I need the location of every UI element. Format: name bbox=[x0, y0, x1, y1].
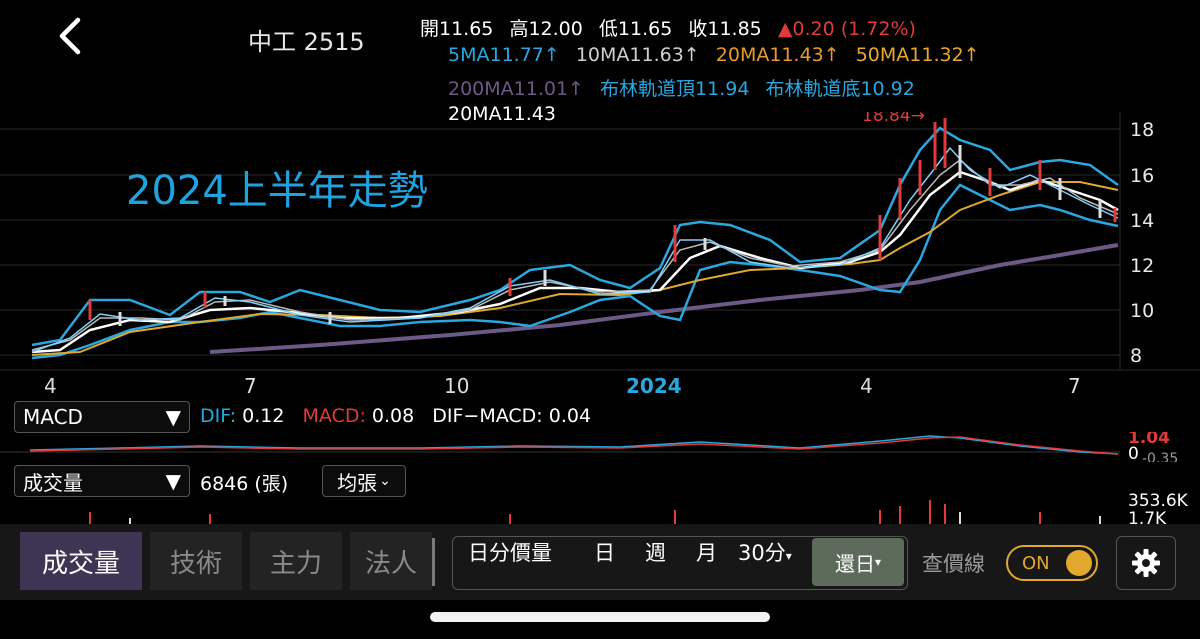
ma5-label: 5MA11.77↑ bbox=[448, 44, 560, 66]
restore-day-button[interactable]: 還日 ▾ bbox=[812, 538, 904, 586]
bottom-toolbar: 成交量 技術 主力 法人 日分價量 日 週 月 30分▾ 還日 ▾ 查價線 ON bbox=[0, 524, 1200, 600]
chevron-left-icon bbox=[59, 17, 81, 55]
ohlc-row: 開11.65 高12.00 低11.65 收11.85 ▲0.20 (1.72%… bbox=[420, 14, 926, 41]
period-month[interactable]: 月 bbox=[696, 537, 717, 567]
macd-axis-zero: 0 bbox=[1128, 444, 1139, 462]
x-tick-jul2: 7 bbox=[1068, 374, 1081, 398]
chevron-down-icon: ⌄ bbox=[379, 473, 391, 489]
y-tick-8: 8 bbox=[1130, 345, 1142, 367]
price-line-label: 查價線 bbox=[922, 552, 985, 576]
period-30min-label: 30分 bbox=[738, 541, 786, 565]
macd-values: DIF: 0.12 MACD: 0.08 DIF−MACD: 0.04 bbox=[200, 405, 591, 427]
ma20-label: 20MA11.43↑ bbox=[715, 44, 840, 66]
period-week[interactable]: 週 bbox=[645, 537, 666, 567]
ma50-label: 50MA11.32↑ bbox=[855, 44, 980, 66]
x-tick-jul: 7 bbox=[244, 374, 257, 398]
back-button[interactable] bbox=[52, 14, 92, 58]
triangle-down-icon: ▼ bbox=[165, 405, 181, 429]
max-price-label: 18.84→ bbox=[862, 112, 925, 126]
bollinger-top-label: 布林軌道頂11.94 bbox=[600, 78, 750, 100]
macd-axis-neg: -0.35 bbox=[1142, 451, 1178, 462]
bollinger-bottom-label: 布林軌道底10.92 bbox=[765, 78, 915, 100]
dif-label: DIF: bbox=[200, 405, 237, 427]
macd-label: MACD: bbox=[302, 405, 366, 427]
macd-value: 0.08 bbox=[371, 405, 415, 427]
macd-chart: 1.04 0 -0.35 bbox=[0, 432, 1178, 462]
restore-day-label: 還日 bbox=[834, 551, 875, 576]
gear-icon bbox=[1132, 549, 1160, 577]
home-indicator[interactable] bbox=[430, 612, 770, 622]
indicator-selector[interactable]: MACD ▼ bbox=[14, 401, 190, 433]
triangle-down-icon: ▾ bbox=[874, 555, 882, 569]
period-30min[interactable]: 30分▾ bbox=[738, 537, 792, 567]
price-line-toggle[interactable]: ON bbox=[1006, 545, 1098, 581]
tab-volume[interactable]: 成交量 bbox=[20, 532, 142, 590]
low-price: 低11.65 bbox=[598, 18, 673, 40]
y-tick-10: 10 bbox=[1130, 300, 1154, 322]
close-price: 收11.85 bbox=[688, 18, 762, 40]
volume-axis-bottom: 1.7K bbox=[1128, 509, 1167, 524]
stock-title: 中工 2515 bbox=[248, 28, 365, 56]
bollinger-row: 200MA11.01↑ 布林軌道頂11.94 布林軌道底10.92 bbox=[448, 74, 925, 101]
y-tick-14: 14 bbox=[1130, 210, 1154, 232]
high-price: 高12.00 bbox=[509, 18, 583, 40]
tab-institutional[interactable]: 法人 bbox=[350, 532, 432, 590]
ma10-label: 10MA11.63↑ bbox=[575, 44, 700, 66]
period-intraday-volume[interactable]: 日分價量 bbox=[468, 537, 552, 567]
ma-row: 5MA11.77↑ 10MA11.63↑ 20MA11.43↑ 50MA11.3… bbox=[448, 44, 990, 66]
triangle-down-icon: ▾ bbox=[785, 549, 792, 563]
y-tick-16: 16 bbox=[1130, 165, 1154, 187]
x-tick-oct: 10 bbox=[444, 374, 469, 398]
tab-main-force[interactable]: 主力 bbox=[250, 532, 342, 590]
volume-axis-top: 353.6K bbox=[1128, 491, 1189, 511]
volume-chart: 353.6K 1.7K bbox=[89, 491, 1189, 524]
x-tick-apr: 4 bbox=[44, 374, 57, 398]
indicator-selector-label: MACD bbox=[23, 405, 83, 429]
price-change: ▲0.20 (1.72%) bbox=[777, 18, 916, 40]
divider bbox=[432, 538, 435, 586]
dif-value: 0.12 bbox=[242, 405, 285, 427]
overlay-title: 2024上半年走勢 bbox=[126, 168, 428, 214]
toggle-on-label: ON bbox=[1022, 553, 1050, 574]
settings-button[interactable] bbox=[1116, 536, 1176, 590]
period-day[interactable]: 日 bbox=[594, 537, 615, 567]
x-tick-2024: 2024 bbox=[626, 374, 682, 398]
tab-technical[interactable]: 技術 bbox=[150, 532, 242, 590]
toggle-knob bbox=[1066, 550, 1092, 576]
price-chart[interactable]: 18 16 14 12 10 8 4 7 10 2024 4 7 18.84→ bbox=[0, 112, 1200, 402]
x-tick-apr2: 4 bbox=[860, 374, 873, 398]
open-price: 開11.65 bbox=[420, 18, 494, 40]
dif-macd-value: DIF−MACD: 0.04 bbox=[432, 405, 592, 427]
y-tick-12: 12 bbox=[1130, 255, 1154, 277]
ma200-label: 200MA11.01↑ bbox=[448, 78, 584, 100]
y-tick-18: 18 bbox=[1130, 119, 1154, 141]
